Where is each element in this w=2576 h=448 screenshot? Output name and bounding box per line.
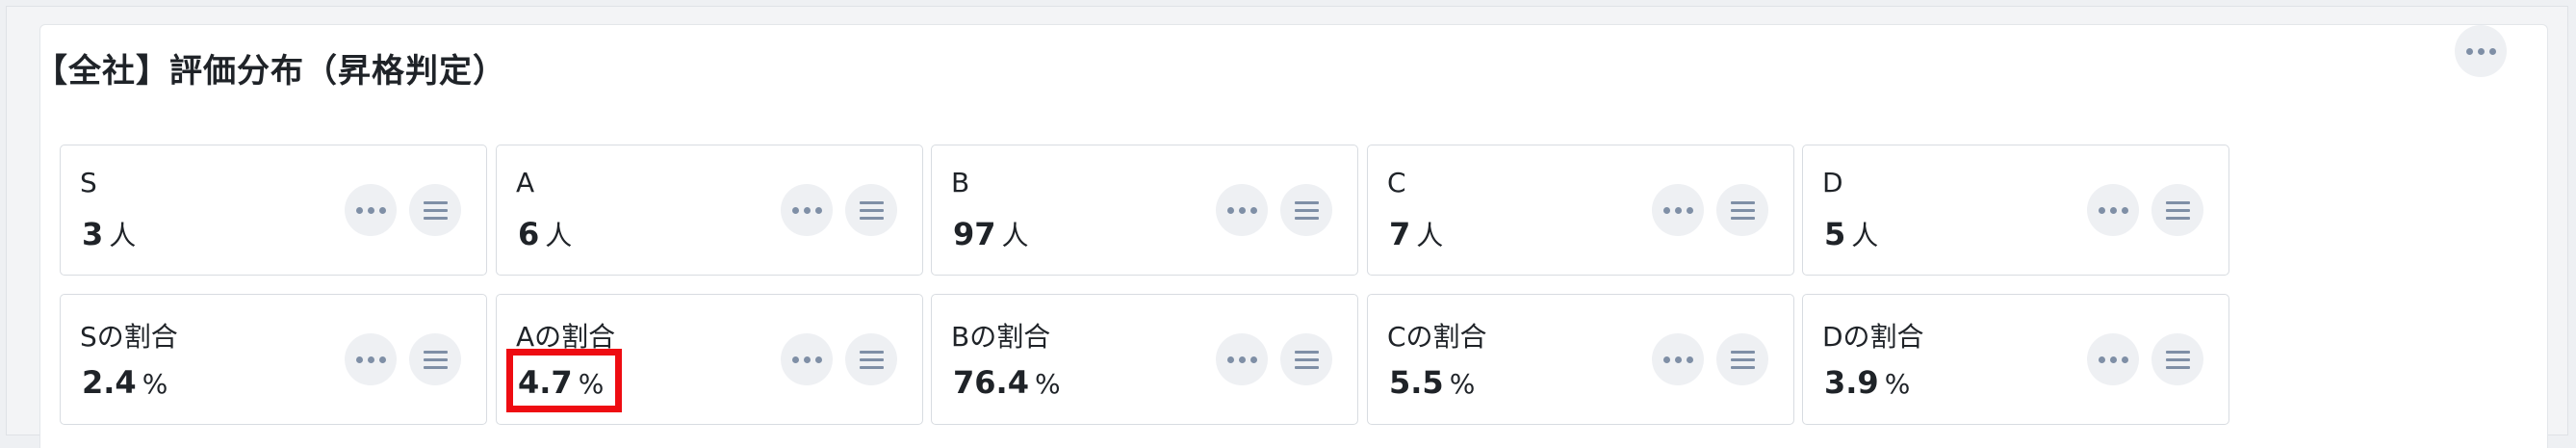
- card-value: 3.9 %: [1824, 364, 1910, 401]
- card-value: 5 人: [1824, 215, 1878, 253]
- card-label: B: [951, 167, 970, 198]
- card-number: 6: [518, 216, 540, 252]
- more-horizontal-icon: [1226, 206, 1257, 214]
- card-label: D: [1822, 167, 1843, 198]
- card-menu-button[interactable]: [845, 333, 897, 385]
- card-menu-button[interactable]: [409, 333, 461, 385]
- card-more-button[interactable]: [2087, 333, 2139, 385]
- card-menu-button[interactable]: [1280, 333, 1332, 385]
- card-label: A: [516, 167, 535, 198]
- card-value: 2.4 %: [82, 364, 167, 401]
- card-more-button[interactable]: [1652, 184, 1704, 236]
- more-horizontal-icon: [355, 206, 386, 214]
- more-horizontal-icon: [1662, 356, 1693, 363]
- card-label: C: [1387, 167, 1406, 198]
- card-more-button[interactable]: [1216, 333, 1268, 385]
- card-more-button[interactable]: [1652, 333, 1704, 385]
- card-number: 97: [953, 216, 996, 252]
- highlight-box: [506, 349, 622, 412]
- card-c-count[interactable]: C 7 人: [1367, 145, 1794, 276]
- card-menu-button[interactable]: [1280, 184, 1332, 236]
- card-unit: 人: [109, 220, 137, 251]
- card-unit: 人: [1851, 220, 1879, 251]
- card-value: 5.5 %: [1389, 364, 1475, 401]
- card-more-button[interactable]: [345, 333, 397, 385]
- card-value: 7 人: [1389, 215, 1443, 253]
- card-a-ratio[interactable]: Aの割合 4.7 %: [496, 294, 923, 425]
- card-label: Dの割合: [1822, 321, 1924, 353]
- card-b-ratio[interactable]: Bの割合 76.4 %: [931, 294, 1358, 425]
- card-more-button[interactable]: [1216, 184, 1268, 236]
- card-unit: 人: [1001, 220, 1029, 251]
- menu-lines-icon: [859, 350, 884, 369]
- card-menu-button[interactable]: [2151, 184, 2203, 236]
- menu-lines-icon: [1730, 350, 1755, 369]
- more-horizontal-icon: [355, 356, 386, 363]
- card-d-ratio[interactable]: Dの割合 3.9 %: [1802, 294, 2229, 425]
- card-more-button[interactable]: [781, 184, 833, 236]
- card-menu-button[interactable]: [409, 184, 461, 236]
- card-label: Cの割合: [1387, 321, 1487, 353]
- more-horizontal-icon: [2098, 356, 2128, 363]
- menu-lines-icon: [1294, 350, 1319, 369]
- menu-lines-icon: [423, 350, 448, 369]
- card-a-count[interactable]: A 6 人: [496, 145, 923, 276]
- card-unit: %: [1449, 368, 1476, 400]
- card-label: S: [80, 167, 97, 198]
- widget-title: 【全社】評価分布（昇格判定）: [35, 52, 506, 91]
- more-horizontal-icon: [2465, 47, 2496, 55]
- card-c-ratio[interactable]: Cの割合 5.5 %: [1367, 294, 1794, 425]
- card-unit: %: [1884, 368, 1911, 400]
- more-horizontal-icon: [791, 356, 822, 363]
- more-horizontal-icon: [791, 206, 822, 214]
- card-label: Sの割合: [80, 321, 178, 353]
- card-menu-button[interactable]: [1716, 184, 1768, 236]
- card-s-ratio[interactable]: Sの割合 2.4 %: [60, 294, 487, 425]
- card-value: 76.4 %: [953, 364, 1061, 401]
- menu-lines-icon: [1294, 200, 1319, 220]
- card-number: 76.4: [953, 364, 1029, 401]
- menu-lines-icon: [1730, 200, 1755, 220]
- menu-lines-icon: [859, 200, 884, 220]
- card-more-button[interactable]: [345, 184, 397, 236]
- card-number: 3.9: [1824, 364, 1879, 401]
- card-number: 7: [1389, 216, 1411, 252]
- card-value: 97 人: [953, 215, 1029, 253]
- card-menu-button[interactable]: [1716, 333, 1768, 385]
- card-label: Bの割合: [951, 321, 1051, 353]
- menu-lines-icon: [2165, 200, 2190, 220]
- card-unit: %: [1034, 368, 1061, 400]
- card-value: 6 人: [518, 215, 572, 253]
- card-unit: 人: [545, 220, 573, 251]
- card-menu-button[interactable]: [845, 184, 897, 236]
- card-more-button[interactable]: [781, 333, 833, 385]
- menu-lines-icon: [423, 200, 448, 220]
- widget-more-button[interactable]: [2455, 25, 2507, 77]
- card-number: 5: [1824, 216, 1846, 252]
- more-horizontal-icon: [1226, 356, 1257, 363]
- more-horizontal-icon: [2098, 206, 2128, 214]
- card-unit: %: [142, 368, 168, 400]
- more-horizontal-icon: [1662, 206, 1693, 214]
- card-number: 5.5: [1389, 364, 1444, 401]
- card-d-count[interactable]: D 5 人: [1802, 145, 2229, 276]
- card-number: 3: [82, 216, 104, 252]
- card-more-button[interactable]: [2087, 184, 2139, 236]
- card-menu-button[interactable]: [2151, 333, 2203, 385]
- card-value: 3 人: [82, 215, 136, 253]
- card-s-count[interactable]: S 3 人: [60, 145, 487, 276]
- card-number: 2.4: [82, 364, 137, 401]
- card-unit: 人: [1416, 220, 1444, 251]
- card-b-count[interactable]: B 97 人: [931, 145, 1358, 276]
- menu-lines-icon: [2165, 350, 2190, 369]
